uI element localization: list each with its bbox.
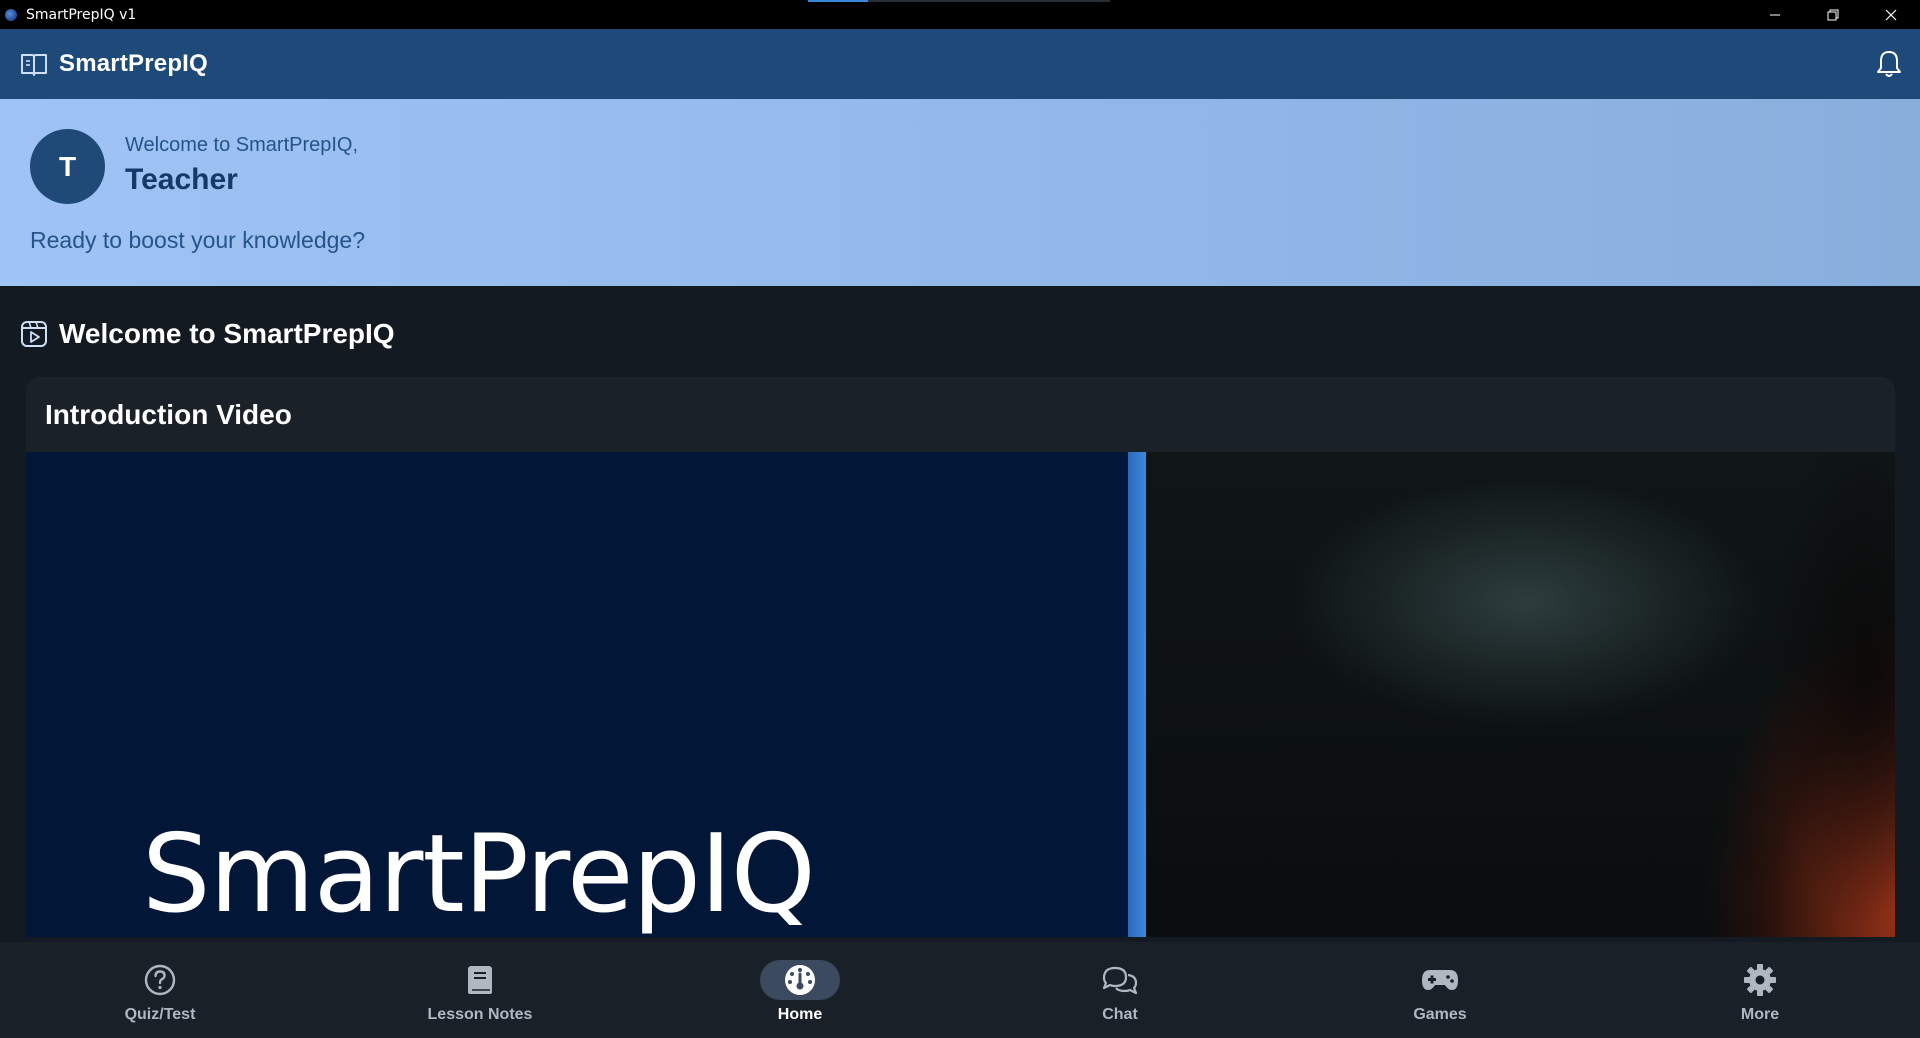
nav-item-more[interactable]: More — [1600, 942, 1920, 1038]
tagline: Ready to boost your knowledge? — [30, 227, 365, 253]
titlebar-progress-strip — [808, 0, 1110, 2]
video-icon — [21, 321, 47, 347]
video-frame-left: SmartPrepIQ — [26, 452, 1128, 937]
video-wordmark: SmartPrepIQ — [142, 812, 816, 937]
intro-video-card: Introduction Video SmartPrepIQ — [26, 377, 1895, 937]
avatar[interactable]: T — [30, 129, 105, 204]
window-titlebar: SmartPrepIQ v1 — [0, 0, 1920, 29]
nav-label: Games — [1413, 1006, 1467, 1023]
gamepad-icon — [1422, 970, 1458, 990]
notifications-button[interactable] — [1876, 49, 1902, 84]
bell-icon — [1877, 51, 1901, 77]
book-open-icon — [20, 50, 48, 78]
gear-icon — [1744, 964, 1776, 996]
minimize-button[interactable] — [1746, 0, 1804, 29]
nav-label: Quiz/Test — [124, 1006, 196, 1023]
nav-label: More — [1740, 1006, 1780, 1023]
dashboard-gauge-icon — [785, 965, 815, 995]
brand-name: SmartPrepIQ — [59, 50, 208, 77]
video-frame-right — [1146, 452, 1895, 937]
card-title: Introduction Video — [45, 399, 292, 430]
app-header: SmartPrepIQ — [0, 29, 1920, 99]
book-icon — [468, 966, 492, 994]
app-icon — [5, 8, 17, 21]
nav-item-chat[interactable]: Chat — [960, 942, 1280, 1038]
close-icon — [1885, 9, 1897, 20]
nav-item-games[interactable]: Games — [1280, 942, 1600, 1038]
window-title: SmartPrepIQ v1 — [26, 6, 137, 23]
nav-label: Home — [777, 1006, 823, 1023]
question-circle-icon — [144, 964, 176, 996]
nav-item-quiz-test[interactable]: Quiz/Test — [0, 942, 320, 1038]
nav-label: Chat — [1102, 1006, 1138, 1023]
nav-item-lesson-notes[interactable]: Lesson Notes — [320, 942, 640, 1038]
welcome-banner: T Welcome to SmartPrepIQ, Teacher Ready … — [0, 99, 1920, 286]
nav-label: Lesson Notes — [427, 1006, 533, 1023]
video-player[interactable]: SmartPrepIQ — [26, 452, 1895, 937]
section-header: Welcome to SmartPrepIQ — [20, 318, 395, 350]
minimize-icon — [1770, 14, 1780, 15]
chat-bubbles-icon — [1102, 966, 1138, 995]
bottom-navigation: Quiz/Test Lesson Notes Home Chat Games M… — [0, 942, 1920, 1038]
welcome-line: Welcome to SmartPrepIQ, — [125, 134, 359, 156]
restore-icon — [1827, 9, 1839, 20]
video-divider-bar — [1128, 452, 1146, 937]
nav-item-home[interactable]: Home — [640, 942, 960, 1038]
user-name: Teacher — [125, 163, 238, 196]
close-window-button[interactable] — [1862, 0, 1920, 29]
restore-button[interactable] — [1804, 0, 1862, 29]
section-title: Welcome to SmartPrepIQ — [59, 318, 395, 349]
